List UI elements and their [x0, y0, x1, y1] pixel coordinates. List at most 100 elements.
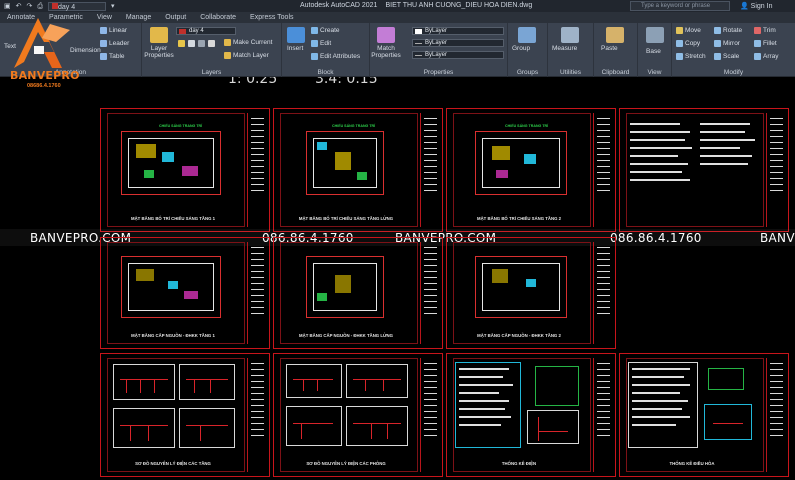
layer-properties-icon[interactable] — [150, 27, 168, 43]
edit-block-button[interactable]: Edit — [311, 40, 331, 47]
paste-icon[interactable] — [606, 27, 624, 43]
model-space-canvas[interactable]: 1: 0.25 3.4: 0.15 CHIẾU SÁNG TRANG TRÍ M… — [0, 77, 795, 480]
window-title: Autodesk AutoCAD 2021 BIET THU ANH CUONG… — [300, 2, 532, 9]
chevron-down-icon[interactable]: ▾ — [111, 3, 115, 11]
lineweight-dropdown[interactable]: ByLayer — [412, 51, 504, 59]
sheet-lighting-floor-2[interactable]: CHIẾU SÁNG TRANG TRÍ MẶT BẰNG BỐ TRÍ CHI… — [446, 108, 616, 232]
stats-row — [632, 416, 690, 418]
layers-panel-title[interactable]: Layers — [142, 69, 281, 76]
group-icon[interactable] — [518, 27, 536, 43]
linetype-dropdown[interactable]: ByLayer — [412, 39, 504, 47]
sign-in-button[interactable]: 👤 Sign In — [740, 2, 772, 10]
search-input[interactable]: Type a keyword or phrase — [630, 1, 730, 11]
array-label: Array — [763, 53, 779, 60]
sheet-electrical-stats[interactable]: THỐNG KÊ ĐIỆN — [446, 353, 616, 477]
lineweight-swatch — [415, 55, 422, 56]
plan-fixture — [357, 172, 367, 180]
clipboard-panel-title[interactable]: Clipboard — [594, 69, 637, 76]
stats-row — [632, 392, 680, 394]
insert-button[interactable]: Insert — [287, 45, 303, 52]
scale-button[interactable]: Scale — [714, 53, 739, 60]
sheet-schematic-floors[interactable]: SƠ ĐỒ NGUYÊN LÝ ĐIỆN CÁC TẦNG — [100, 353, 270, 477]
lock-icon[interactable] — [198, 40, 205, 47]
base-button[interactable]: Base — [646, 48, 661, 55]
tab-express-tools[interactable]: Express Tools — [243, 12, 300, 23]
title-bar: ▣ ↶ ↷ ⎙ day 4 ▾ Autodesk AutoCAD 2021 BI… — [0, 0, 795, 12]
stats-row — [632, 368, 690, 370]
lightbulb-icon[interactable] — [178, 40, 185, 47]
match-properties-icon[interactable] — [377, 27, 395, 43]
tab-collaborate[interactable]: Collaborate — [193, 12, 243, 23]
sheet-lighting-floor-1[interactable]: CHIẾU SÁNG TRANG TRÍ MẶT BẰNG BỐ TRÍ CHI… — [100, 108, 270, 232]
paste-label: Paste — [601, 45, 618, 52]
layer-properties-label: Layer Properties — [144, 45, 174, 59]
match-layer-label: Match Layer — [233, 52, 269, 59]
stats-row — [459, 400, 509, 402]
utilities-panel: Measure Utilities — [548, 23, 594, 77]
mirror-button[interactable]: Mirror — [714, 40, 740, 47]
plan-fixture — [168, 281, 178, 289]
modify-panel-title[interactable]: Modify — [672, 69, 795, 76]
linetype-value: ByLayer — [425, 40, 448, 46]
sheet-power-mezzanine[interactable]: MẶT BẰNG CẤP NGUỒN - ĐHKK TẦNG LỬNG — [273, 237, 443, 349]
copy-button[interactable]: Copy — [676, 40, 700, 47]
group-button[interactable]: Group — [512, 45, 530, 52]
paste-button[interactable]: Paste — [601, 45, 618, 52]
title-block — [420, 113, 440, 227]
linear-button[interactable]: Linear — [100, 27, 127, 34]
fillet-label: Fillet — [763, 40, 777, 47]
title-block — [247, 113, 267, 227]
measure-icon[interactable] — [561, 27, 579, 43]
table-icon — [100, 53, 107, 60]
insert-icon[interactable] — [287, 27, 305, 43]
layer-list-dropdown[interactable]: day 4 — [176, 27, 236, 35]
plan-fixture — [144, 170, 154, 178]
undo-icon[interactable]: ↶ — [16, 3, 22, 11]
edit-attributes-button[interactable]: Edit Attributes — [311, 53, 360, 60]
layer-dropdown[interactable]: day 4 — [47, 2, 106, 11]
sheet-schematic-rooms[interactable]: SƠ ĐỒ NGUYÊN LÝ ĐIỆN CÁC PHÒNG — [273, 353, 443, 477]
array-button[interactable]: Array — [754, 53, 779, 60]
fillet-button[interactable]: Fillet — [754, 40, 777, 47]
sun-icon[interactable] — [188, 40, 195, 47]
banvepro-logo: BANVEPRO 08686.4.1760 — [0, 12, 88, 94]
create-block-button[interactable]: Create — [311, 27, 340, 34]
tab-output[interactable]: Output — [158, 12, 193, 23]
sheet-lighting-mezzanine[interactable]: CHIẾU SÁNG TRANG TRÍ MẶT BẰNG BỐ TRÍ CHI… — [273, 108, 443, 232]
sheet-legend[interactable] — [619, 108, 789, 232]
tab-manage[interactable]: Manage — [119, 12, 158, 23]
file-name: BIET THU ANH CUONG_DIEU HOA DIEN.dwg — [385, 2, 533, 9]
sheet-title: SƠ ĐỒ NGUYÊN LÝ ĐIỆN CÁC TẦNG — [135, 461, 211, 466]
tab-view[interactable]: View — [90, 12, 119, 23]
logo-brand-text: BANVEPRO — [10, 69, 80, 82]
color-dropdown[interactable]: ByLayer — [412, 27, 504, 35]
block-panel-title[interactable]: Block — [282, 69, 369, 76]
base-view-icon[interactable] — [646, 27, 664, 43]
utilities-panel-title[interactable]: Utilities — [548, 69, 593, 76]
match-properties-button[interactable]: Match Properties — [371, 45, 401, 59]
sheet-power-floor-2[interactable]: MẶT BẰNG CẤP NGUỒN - ĐHKK TẦNG 2 — [446, 237, 616, 349]
make-current-button[interactable]: Make Current — [224, 39, 272, 46]
properties-panel-title[interactable]: Properties — [370, 69, 507, 76]
match-layer-button[interactable]: Match Layer — [224, 52, 269, 59]
sheet-ac-stats[interactable]: THỐNG KÊ ĐIỀU HÒA — [619, 353, 789, 477]
plot-icon[interactable]: ⎙ — [37, 3, 43, 11]
sheet-power-floor-1[interactable]: MẶT BẰNG CẤP NGUỒN - ĐHKK TẦNG 1 — [100, 237, 270, 349]
move-button[interactable]: Move — [676, 27, 701, 34]
measure-button[interactable]: Measure — [552, 45, 577, 52]
leader-button[interactable]: Leader — [100, 40, 129, 47]
stats-row — [459, 392, 499, 394]
legend-row — [630, 179, 690, 181]
save-icon[interactable]: ▣ — [4, 3, 11, 11]
color-square-icon[interactable] — [208, 40, 215, 47]
plan-fixture — [524, 154, 536, 164]
rotate-button[interactable]: Rotate — [714, 27, 742, 34]
stretch-button[interactable]: Stretch — [676, 53, 706, 60]
table-button[interactable]: Table — [100, 53, 125, 60]
base-label: Base — [646, 48, 661, 55]
layer-properties-button[interactable]: Layer Properties — [143, 45, 175, 59]
groups-panel-title[interactable]: Groups — [508, 69, 547, 76]
view-panel-title[interactable]: View — [638, 69, 671, 76]
redo-icon[interactable]: ↷ — [27, 3, 33, 11]
trim-button[interactable]: Trim — [754, 27, 776, 34]
